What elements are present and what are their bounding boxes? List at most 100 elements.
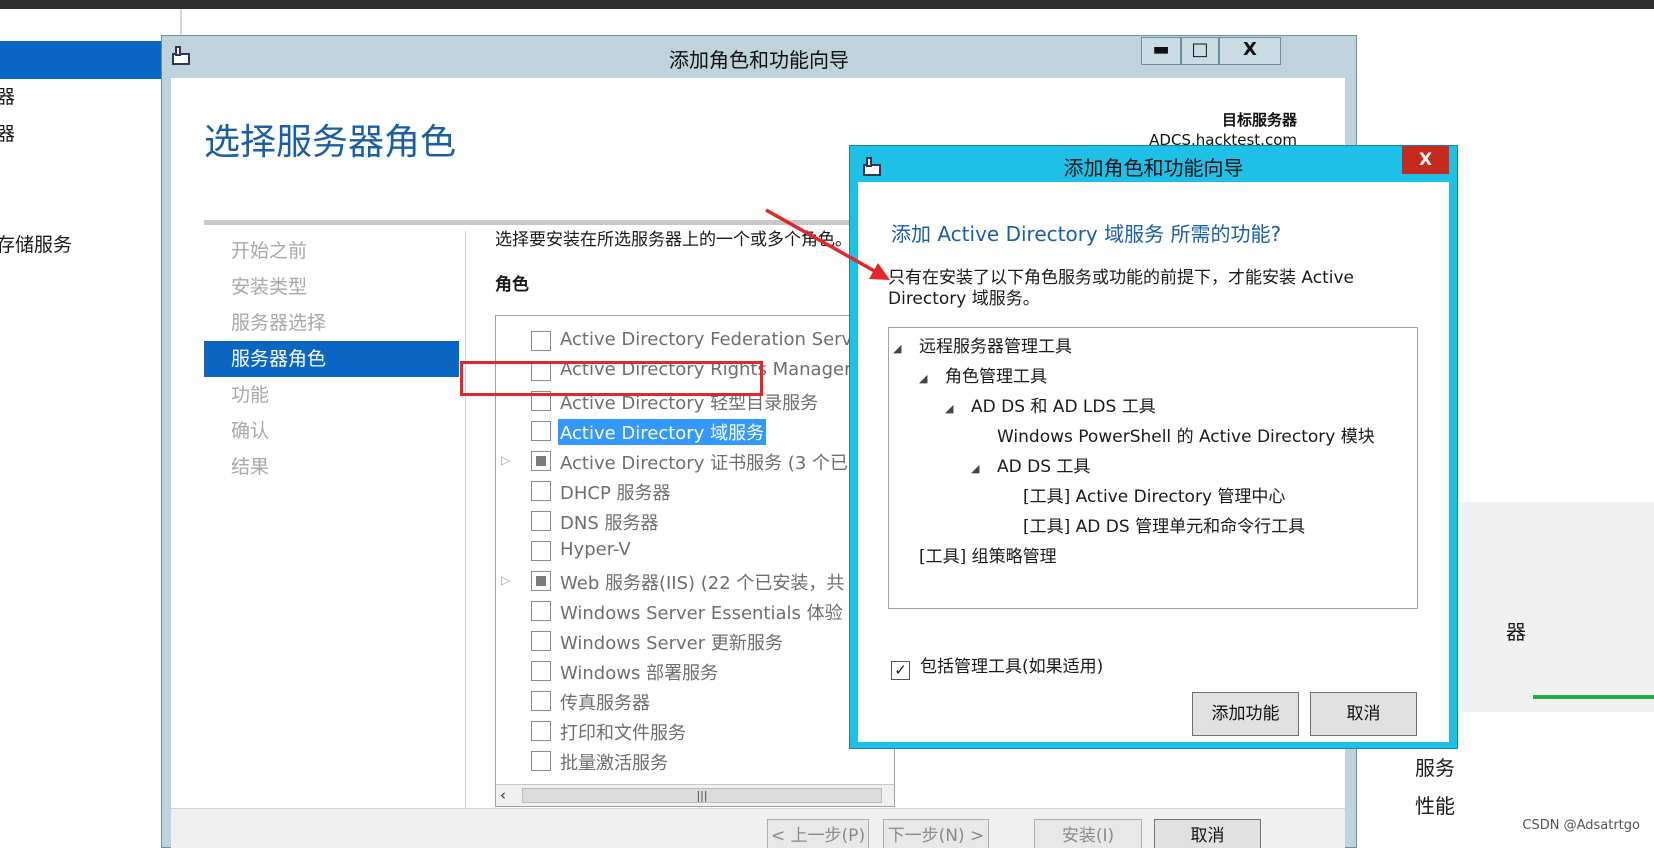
tile-text[interactable]: 性能 (1415, 790, 1455, 819)
role-item[interactable]: Active Directory Federation Services (496, 326, 894, 356)
role-checkbox[interactable] (531, 421, 551, 441)
tree-node[interactable]: ◢ 远程服务器管理工具 (893, 332, 1072, 362)
roles-label: 角色 (495, 275, 529, 295)
role-checkbox[interactable] (531, 331, 551, 351)
role-item[interactable]: DNS 服务器 (496, 506, 894, 536)
wizard-footer: < 上一步(P) 下一步(N) > 安装(I) 取消 (171, 808, 1345, 848)
tree-node-label: AD DS 和 AD LDS 工具 (971, 397, 1156, 417)
install-button[interactable]: 安装(I) (1034, 819, 1142, 848)
role-item-ad-ds[interactable]: Active Directory 域服务 (496, 416, 894, 446)
role-item[interactable]: 打印和文件服务 (496, 716, 894, 746)
collapse-icon[interactable]: ◢ (945, 394, 971, 424)
target-server-info: 目标服务器 ADCS.hacktest.com (1149, 110, 1297, 150)
tree-node-label: 角色管理工具 (945, 367, 1047, 387)
maximize-button[interactable]: □ (1181, 37, 1219, 65)
role-label: Active Directory Federation Services (560, 329, 888, 350)
role-item[interactable]: Windows Server Essentials 体验 (496, 596, 894, 626)
tree-node-label: 远程服务器管理工具 (919, 337, 1072, 357)
wizard-title-bar[interactable]: 添加角色和功能向导 ▬ □ X (162, 36, 1356, 78)
role-label: Hyper-V (560, 539, 631, 560)
sidebar-item-storage[interactable]: 存储服务 (0, 230, 72, 257)
required-features-tree[interactable]: ◢ 远程服务器管理工具 ◢ 角色管理工具 ◢ AD DS 和 AD LDS 工具 Wi… (888, 327, 1418, 609)
dialog-description: 只有在安装了以下角色服务或功能的前提下，才能安装 Active Director… (888, 268, 1354, 309)
role-checkbox[interactable] (531, 631, 551, 651)
role-label: Windows Server 更新服务 (560, 633, 783, 654)
expand-icon[interactable]: ▷ (501, 453, 510, 467)
tree-node[interactable]: ◢ AD DS 工具 (971, 452, 1090, 482)
scrollbar-thumb[interactable]: ||| (522, 788, 882, 803)
cancel-button[interactable]: 取消 (1154, 819, 1261, 848)
role-checkbox[interactable] (531, 481, 551, 501)
dialog-cancel-button[interactable]: 取消 (1310, 692, 1417, 736)
role-label: Active Directory 证书服务 (3 个已安装，共 (560, 453, 895, 474)
role-checkbox[interactable] (531, 571, 551, 591)
role-checkbox[interactable] (531, 721, 551, 741)
role-checkbox[interactable] (531, 511, 551, 531)
dialog-heading: 添加 Active Directory 域服务 所需的功能? (891, 222, 1282, 246)
role-item[interactable]: 传真服务器 (496, 686, 894, 716)
role-label: DHCP 服务器 (560, 483, 671, 504)
role-label: 传真服务器 (560, 693, 650, 714)
collapse-icon[interactable]: ◢ (971, 454, 997, 484)
tree-node-label: Windows PowerShell 的 Active Directory 模块 (997, 427, 1375, 447)
role-item[interactable]: Windows Server 更新服务 (496, 626, 894, 656)
include-tools-checkbox[interactable]: ✓ (891, 661, 910, 680)
role-item[interactable]: ▷ Active Directory 证书服务 (3 个已安装，共 (496, 446, 895, 476)
role-item[interactable]: DHCP 服务器 (496, 476, 894, 506)
role-checkbox[interactable] (531, 541, 551, 561)
include-tools-label: 包括管理工具(如果适用) (920, 657, 1104, 677)
tile-text: 器 (1506, 620, 1526, 644)
role-item[interactable]: ▷ Web 服务器(IIS) (22 个已安装，共 43 个) (496, 566, 894, 596)
role-item[interactable]: 批量激活服务 (496, 746, 894, 776)
next-button[interactable]: 下一步(N) > (883, 819, 989, 848)
role-label: 打印和文件服务 (560, 723, 686, 744)
tree-node[interactable]: [工具] AD DS 管理单元和命令行工具 (997, 512, 1305, 542)
wizard-nav: 开始之前 安装类型 服务器选择 服务器角色 功能 确认 结果 (204, 233, 459, 485)
nav-item-server-selection[interactable]: 服务器选择 (204, 305, 459, 341)
nav-item-before-you-begin[interactable]: 开始之前 (204, 233, 459, 269)
tree-node-label: [工具] Active Directory 管理中心 (1023, 487, 1286, 507)
role-checkbox[interactable] (531, 751, 551, 771)
nav-item-features[interactable]: 功能 (204, 377, 459, 413)
role-label: Windows 部署服务 (560, 663, 719, 684)
horizontal-scrollbar[interactable]: ‹ ||| (496, 784, 894, 806)
sidebar-item[interactable]: 器 (0, 119, 15, 146)
sidebar-item[interactable]: 器 (0, 82, 15, 109)
nav-item-results[interactable]: 结果 (204, 449, 459, 485)
add-features-button[interactable]: 添加功能 (1192, 692, 1299, 736)
nav-item-installation-type[interactable]: 安装类型 (204, 269, 459, 305)
expand-icon[interactable]: ▷ (501, 573, 510, 587)
close-button[interactable]: X (1219, 37, 1281, 65)
role-item[interactable]: Hyper-V (496, 536, 894, 566)
role-label: Windows Server Essentials 体验 (560, 603, 843, 624)
dialog-close-button[interactable]: X (1402, 146, 1449, 174)
role-checkbox[interactable] (531, 451, 551, 471)
roles-description: 选择要安装在所选服务器上的一个或多个角色。 (495, 230, 852, 250)
role-checkbox[interactable] (531, 601, 551, 621)
minimize-button[interactable]: ▬ (1141, 37, 1181, 65)
highlight-annotation-box (460, 361, 763, 396)
tree-node[interactable]: [工具] 组策略管理 (893, 542, 1057, 572)
role-item[interactable]: Windows 部署服务 (496, 656, 894, 686)
sidebar-selected-item[interactable] (0, 41, 182, 79)
collapse-icon[interactable]: ◢ (893, 334, 919, 364)
role-checkbox[interactable] (531, 691, 551, 711)
role-label: 批量激活服务 (560, 753, 668, 774)
status-bar (1533, 695, 1654, 699)
tree-node[interactable]: ◢ 角色管理工具 (919, 362, 1047, 392)
tree-node[interactable]: Windows PowerShell 的 Active Directory 模块 (971, 422, 1375, 452)
tree-node-label: [工具] AD DS 管理单元和命令行工具 (1023, 517, 1306, 537)
tile-text[interactable]: 服务 (1415, 752, 1455, 781)
tree-node[interactable]: ◢ AD DS 和 AD LDS 工具 (945, 392, 1156, 422)
tree-node-label: AD DS 工具 (997, 457, 1091, 477)
role-label: DNS 服务器 (560, 513, 659, 534)
tree-node[interactable]: [工具] Active Directory 管理中心 (997, 482, 1285, 512)
watermark: CSDN @Adsatrtgo (1522, 818, 1640, 833)
previous-button[interactable]: < 上一步(P) (767, 819, 869, 848)
role-checkbox[interactable] (531, 661, 551, 681)
collapse-icon[interactable]: ◢ (919, 364, 945, 394)
nav-item-confirmation[interactable]: 确认 (204, 413, 459, 449)
scroll-left-icon[interactable]: ‹ (500, 786, 506, 804)
nav-item-server-roles[interactable]: 服务器角色 (204, 341, 459, 377)
include-management-tools[interactable]: ✓ 包括管理工具(如果适用) (891, 652, 1103, 680)
